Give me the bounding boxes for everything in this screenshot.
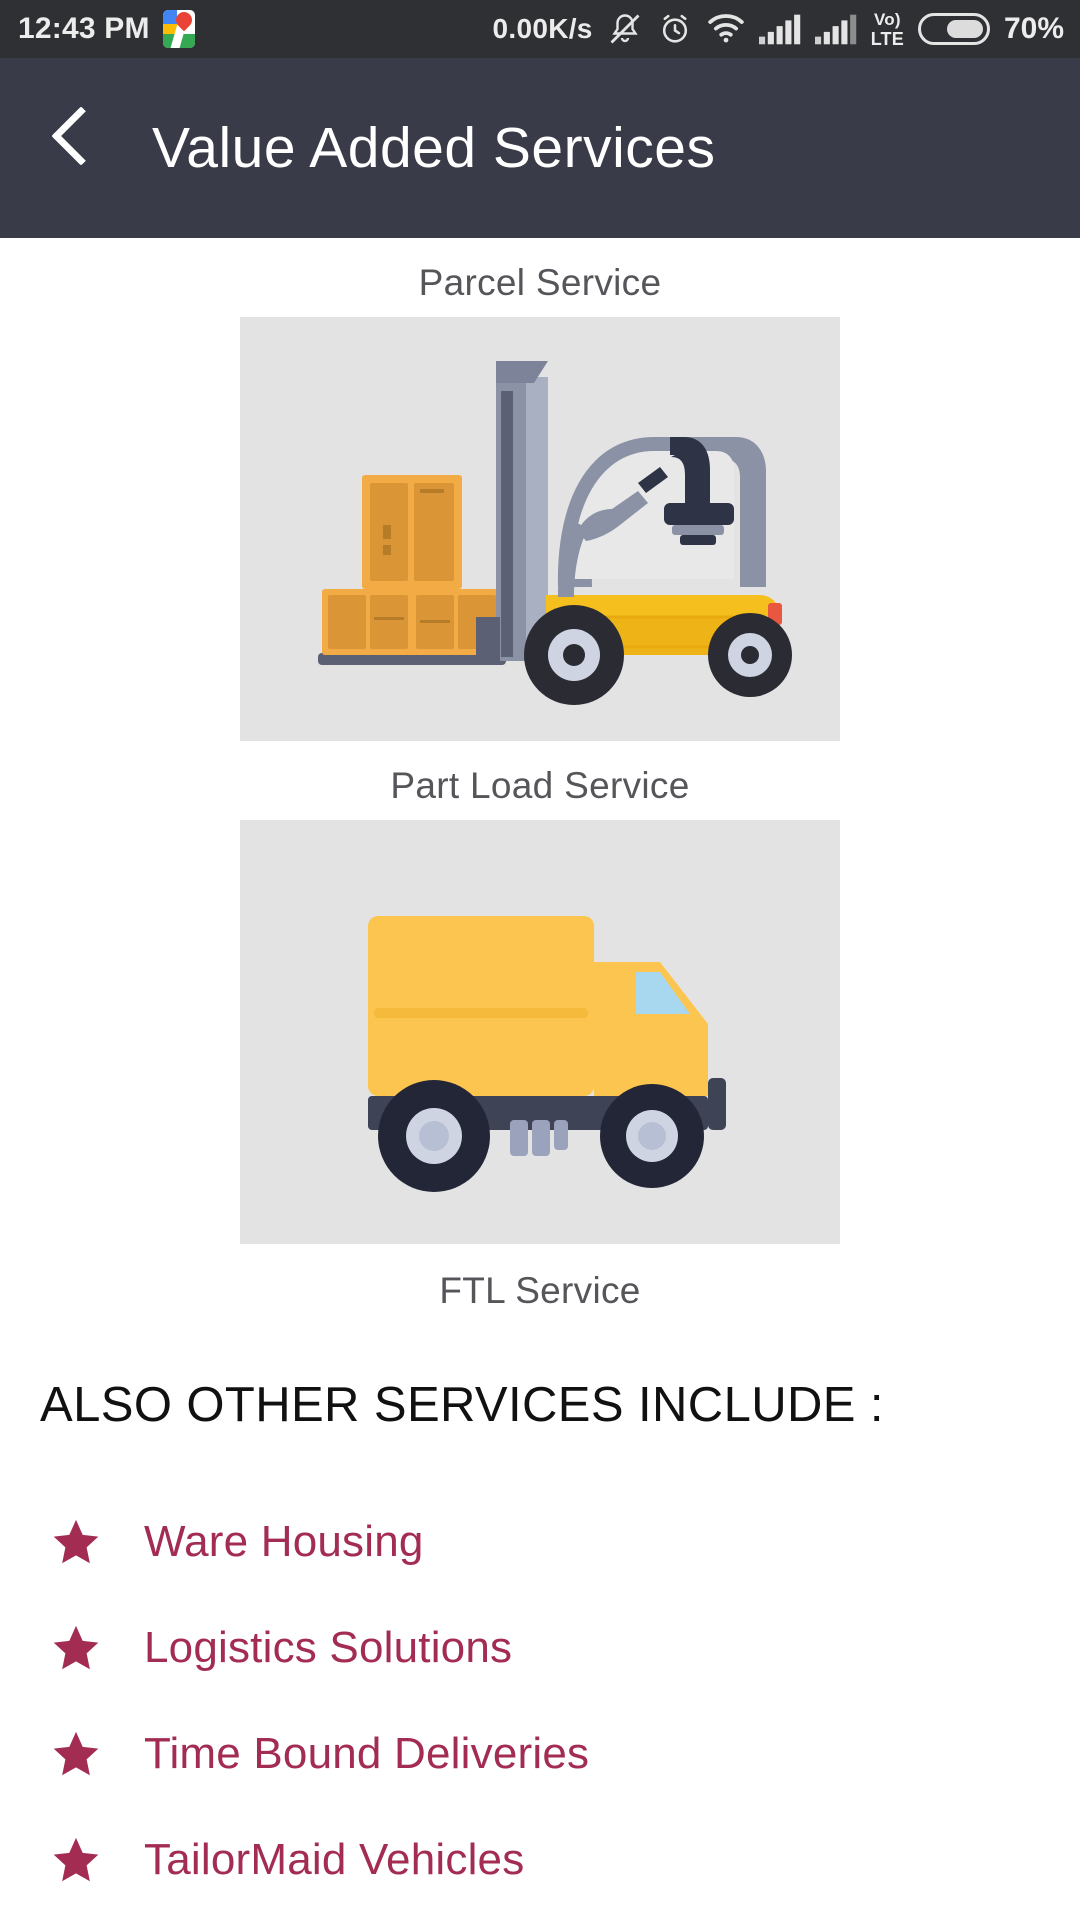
content-scroll[interactable]: Parcel Service Part Load Service FTL Ser… [0,238,1080,1920]
signal-bars-icon-2 [814,14,856,45]
list-item-label: TailorMaid Vehicles [144,1835,525,1884]
service-image-truck[interactable] [240,820,840,1244]
other-services-list: Ware Housing Logistics Solutions Time Bo… [0,1489,1080,1913]
list-item[interactable]: Logistics Solutions [50,1595,1080,1701]
also-services-heading: ALSO OTHER SERVICES INCLUDE : [40,1378,884,1432]
star-icon [53,1625,99,1670]
star-icon [53,1837,99,1882]
network-speed-text: 0.00K/s [492,13,593,44]
wifi-icon [707,14,744,43]
app-bar: Value Added Services [0,58,1080,238]
volte-icon: Vo) LTE [871,11,904,48]
delivery-truck-illustration [240,820,840,1244]
forklift-illustration [240,317,840,741]
service-label-ftl: FTL Service [439,1270,641,1311]
status-bar-left: 12:43 PM [18,10,195,48]
mute-bell-icon [610,14,640,44]
back-button[interactable] [42,101,116,195]
star-icon [53,1731,99,1776]
list-item[interactable]: Time Bound Deliveries [50,1701,1080,1807]
battery-percent-text: 70% [1003,12,1064,45]
status-bar-right: 0.00K/s Vo) LTE 70% [493,11,1064,48]
list-item[interactable]: Ware Housing [50,1489,1080,1595]
list-item-label: Time Bound Deliveries [144,1729,590,1778]
service-label-parcel: Parcel Service [418,262,662,303]
service-image-forklift[interactable] [240,317,840,741]
status-bar: 12:43 PM 0.00K/s Vo) LTE 70% [0,0,1080,58]
volte-bottom-text: LTE [870,28,904,49]
list-item-label: Ware Housing [144,1517,424,1566]
back-chevron-icon [51,106,111,166]
list-item[interactable]: TailorMaid Vehicles [50,1807,1080,1913]
volte-top-text: Vo) [873,9,901,29]
service-label-part-load: Part Load Service [390,765,690,806]
google-maps-icon [162,10,195,48]
app-root: 12:43 PM 0.00K/s Vo) LTE 70% Value Added… [0,0,1080,1920]
star-icon [53,1519,99,1564]
battery-icon [917,13,990,45]
status-time: 12:43 PM [18,12,150,45]
list-item-label: Logistics Solutions [144,1623,513,1672]
signal-bars-icon-1 [758,14,800,45]
alarm-clock-icon [662,14,687,43]
page-title: Value Added Services [152,116,716,180]
